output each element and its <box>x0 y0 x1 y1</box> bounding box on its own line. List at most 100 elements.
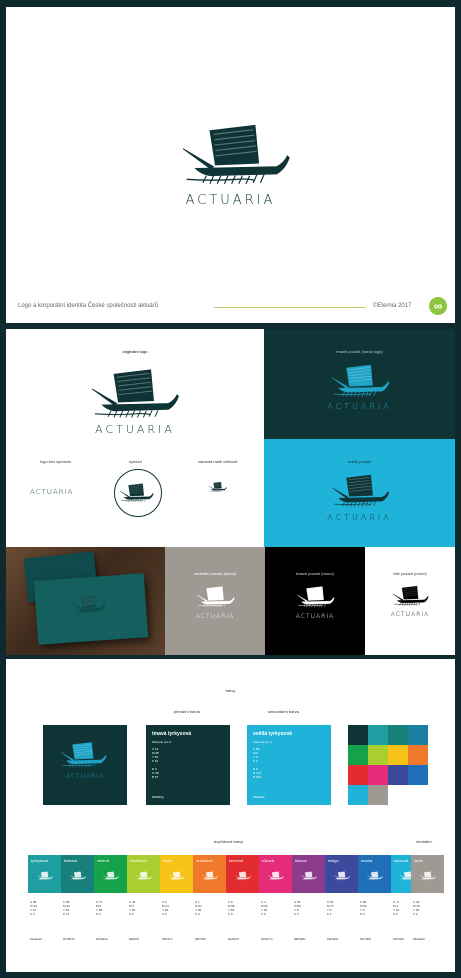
color-swatch: fialová <box>292 855 325 893</box>
ship-icon <box>169 871 185 881</box>
swatch-name: azurová <box>394 858 409 863</box>
primary-pantone: Pantone pro C <box>152 740 172 744</box>
secondary-pantone: Pantone pro C <box>253 740 273 744</box>
swatch-values: C 87 M 77 Y 5 K 1 <box>327 900 334 916</box>
primary-values: C 91 M 65 Y 60 K 62 R 0 G 48 B 57 <box>152 747 159 779</box>
swatch-values: C 52 M 88 Y 8 K 0 <box>294 900 301 916</box>
swatch-values: C 85 M 29 Y 59 K 11 <box>63 900 70 916</box>
original-logo-cell: originální logo ACTUARIA logo bez symbol… <box>6 329 264 547</box>
eternia-badge: ∞ <box>429 297 447 315</box>
swatch-values: C 71 M 4 Y 10 K 0 <box>393 900 400 916</box>
nosymbol-label: logo bez symbolu <box>40 459 72 464</box>
swatch-hex: #1e9ea0 <box>30 937 42 941</box>
color-swatch: tyrkysová <box>28 855 61 893</box>
grid-swatch <box>348 785 368 805</box>
white-bg-cell: bílé pozadí (mono) ACTUARIA <box>365 547 455 655</box>
swatch-name: fialová <box>295 858 307 863</box>
light-bg-label: světlé pozadí <box>347 459 372 464</box>
color-swatch: oranžová <box>193 855 226 893</box>
ship-icon <box>70 871 86 881</box>
gray-bg-cell: neutrální pozadí (mono) ACTUARIA <box>165 547 265 655</box>
grid-swatch <box>348 745 368 765</box>
original-logo-label: originální logo <box>122 349 148 354</box>
ship-logo-icon <box>297 585 335 609</box>
grid-swatch <box>348 725 368 745</box>
ship-icon <box>136 871 152 881</box>
secondary-color-card: světlá tyrkysová Pantone pro C C 68 M 0 … <box>247 725 331 805</box>
swatch-name: růžová <box>262 858 275 863</box>
color-swatch: indigo <box>325 855 358 893</box>
primary-label: primární barva <box>174 709 200 714</box>
swatch-values: C 39 M 33 Y 38 K 2 <box>413 900 420 916</box>
primary-hex: #00303g <box>152 795 164 799</box>
swatch-name: oranžová <box>196 858 213 863</box>
ship-logo-icon <box>61 741 107 769</box>
swatch-hex: #f6c417 <box>162 937 173 941</box>
secondary-values: C 68 M 0 Y 5 K 0 R 0 G 171 B 220 <box>253 747 262 779</box>
dark-bg-cell: tmavé pozadí (barva loga) ACTUARIA <box>264 329 455 439</box>
grid-swatch <box>368 765 388 785</box>
ship-logo-icon <box>92 367 180 421</box>
swatch-hex: #a8cf2f <box>129 937 139 941</box>
swatch-hex: #9e9a93 <box>413 937 425 941</box>
color-swatch: žlutá <box>160 855 193 893</box>
grid-swatch <box>408 725 428 745</box>
swatch-name: modrá <box>361 858 373 863</box>
swatch-values: C 1 M 64 Y 90 K 0 <box>195 900 202 916</box>
grid-swatch <box>368 725 388 745</box>
grid-swatch <box>388 725 408 745</box>
grid-swatch <box>368 745 388 765</box>
primary-logo-swatch: ACTUARIA <box>43 725 127 805</box>
swatch-values: C 86 M 52 Y 0 K 0 <box>360 900 367 916</box>
brand-wordmark: ACTUARIA <box>327 513 392 522</box>
business-card-mockup <box>6 547 165 655</box>
copyright-text: ©Eternia 2017 <box>373 303 412 309</box>
brand-wordmark: ACTUARIA <box>195 613 235 620</box>
footer-caption: Logo a korporátní identita České společn… <box>18 303 159 309</box>
brand-wordmark: ACTUARIA <box>95 423 175 436</box>
ship-logo-icon <box>197 585 235 609</box>
extra-colors-label: doplňkové barvy <box>214 839 244 844</box>
brand-wordmark: ACTUARIA <box>327 402 392 411</box>
color-swatch: červená <box>226 855 259 893</box>
swatch-hex: #1f70b8 <box>360 937 371 941</box>
ship-logo-icon <box>73 594 106 616</box>
primary-color-card: tmavá tyrkysová Pantone pro C C 91 M 65 … <box>146 725 230 805</box>
ship-logo-icon <box>332 473 390 509</box>
color-swatch: modrá <box>358 855 391 893</box>
color-swatch: zelená <box>94 855 127 893</box>
swatch-hex: #3b4a9c <box>327 937 339 941</box>
color-grid <box>348 725 428 805</box>
swatch-values: C 5 M 95 Y 89 K 0 <box>228 900 235 916</box>
color-swatch: tealová <box>61 855 94 893</box>
color-swatch: šedá <box>411 855 444 893</box>
brand-wordmark: ACTUARIA <box>295 613 335 620</box>
swatch-name: žlutá <box>163 858 172 863</box>
swatch-values: C 77 M 8 Y 98 K 0 <box>96 900 103 916</box>
colors-page: barvy primární barva sekundární barva AC… <box>6 659 455 972</box>
grid-swatch <box>408 745 428 765</box>
neutral-label: neutrální <box>416 839 432 844</box>
ship-icon <box>235 871 251 881</box>
brand-wordmark: ACTUARIA <box>185 193 276 208</box>
secondary-label: sekundární barva <box>268 709 299 714</box>
primary-color-name: tmavá tyrkysová <box>152 731 192 737</box>
grid-swatch <box>408 785 428 805</box>
swatch-hex: #e22c2f <box>228 937 239 941</box>
small-label: varianta malé velikosti <box>198 459 238 464</box>
black-bg-label: tmavé pozadí (mono) <box>296 571 334 576</box>
logo-variants-page: originální logo ACTUARIA logo bez symbol… <box>6 329 455 655</box>
brand-wordmark: ACTUARIA <box>390 611 430 618</box>
ship-logo-icon <box>183 122 291 188</box>
gray-bg-label: neutrální pozadí (mono) <box>193 571 237 576</box>
ship-symbol-icon <box>120 482 154 504</box>
swatch-name: červená <box>229 858 244 863</box>
grid-swatch <box>388 785 408 805</box>
grid-swatch <box>388 765 408 785</box>
light-bg-cell: světlé pozadí ACTUARIA <box>264 439 455 547</box>
grid-swatch <box>348 765 368 785</box>
swatch-values: C 3 M 24 Y 94 K 0 <box>162 900 169 916</box>
white-bg-label: bílé pozadí (mono) <box>393 571 427 576</box>
symbol-label: symbol <box>129 459 142 464</box>
footer-rule <box>214 307 366 308</box>
